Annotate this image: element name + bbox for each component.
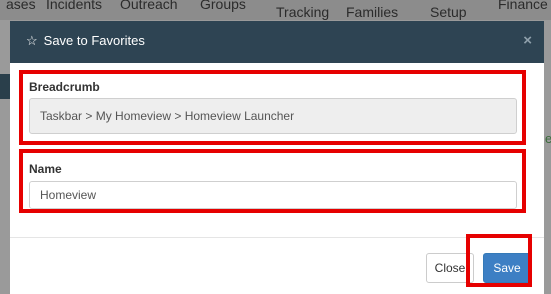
name-label: Name: [29, 162, 62, 176]
background-text-fragment: e: [545, 131, 551, 146]
bg-nav-item: ases: [6, 0, 36, 12]
breadcrumb-value: Taskbar > My Homeview > Homeview Launche…: [40, 109, 295, 123]
close-icon[interactable]: ×: [523, 32, 532, 49]
bg-nav-item: Incidents: [46, 0, 103, 12]
background-nav-bar: ases Incidents Outreach Groups Tracking …: [0, 0, 551, 20]
bg-nav-item: Outreach: [120, 0, 178, 12]
dialog-title: ☆ Save to Favorites: [26, 33, 145, 48]
bg-nav-item: Setup: [430, 4, 467, 20]
background-sidebar-strip: [0, 74, 10, 99]
bg-nav-item: Families: [346, 4, 399, 20]
breadcrumb-label: Breadcrumb: [29, 80, 100, 94]
dialog-header: ☆ Save to Favorites ×: [10, 21, 544, 63]
name-field[interactable]: Homeview: [29, 181, 517, 209]
save-to-favorites-dialog: ☆ Save to Favorites × Breadcrumb Taskbar…: [10, 21, 544, 294]
close-button[interactable]: Close: [426, 253, 474, 283]
star-outline-icon: ☆: [26, 33, 38, 48]
bg-nav-item: Finance: [498, 0, 548, 12]
dialog-footer-divider: [10, 237, 544, 238]
breadcrumb-field: Taskbar > My Homeview > Homeview Launche…: [29, 98, 517, 134]
name-input-value: Homeview: [40, 188, 97, 202]
bg-nav-item: Tracking: [276, 4, 330, 20]
save-button[interactable]: Save: [483, 253, 531, 283]
bg-nav-item: Groups: [200, 0, 246, 12]
dialog-title-text: Save to Favorites: [43, 33, 145, 48]
